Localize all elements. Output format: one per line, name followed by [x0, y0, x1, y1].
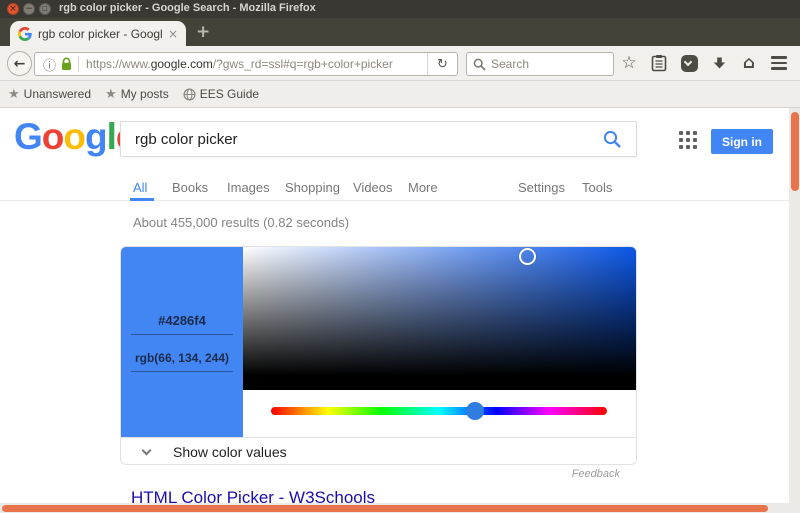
toolbar-search-box[interactable]: [466, 52, 614, 76]
url-separator: [78, 56, 79, 72]
vertical-scrollbar-thumb[interactable]: [791, 112, 799, 191]
bookmark-item-my-posts[interactable]: ★ My posts: [105, 87, 169, 102]
sign-in-button[interactable]: Sign in: [711, 129, 773, 154]
window-minimize-button[interactable]: −: [23, 3, 35, 15]
gradient-marker[interactable]: [519, 248, 536, 265]
url-text: https://www.google.com/?gws_rd=ssl#q=rgb…: [86, 57, 427, 71]
bookmarks-clipboard-icon[interactable]: [644, 54, 674, 72]
google-logo[interactable]: Google: [14, 116, 135, 158]
tab-shopping[interactable]: Shopping: [285, 180, 340, 195]
tab-images[interactable]: Images: [227, 180, 270, 195]
tab-tools[interactable]: Tools: [582, 180, 612, 195]
show-color-values-row[interactable]: Show color values: [121, 437, 636, 465]
search-input[interactable]: [491, 57, 607, 71]
tab-videos[interactable]: Videos: [353, 180, 393, 195]
search-magnifier-icon[interactable]: [603, 130, 622, 149]
tab-title: rgb color picker - Google: [38, 27, 162, 41]
results-tabs-row: All Books Images Shopping Videos More Se…: [0, 176, 800, 201]
google-search-box[interactable]: [120, 121, 637, 157]
results-stats: About 455,000 results (0.82 seconds): [133, 215, 349, 230]
active-tab-underline: [130, 198, 154, 201]
apps-grid-icon[interactable]: [679, 131, 700, 152]
new-tab-button[interactable]: +: [196, 22, 210, 42]
tab-all[interactable]: All: [133, 180, 147, 195]
horizontal-scrollbar-thumb[interactable]: [2, 505, 768, 512]
window-controls: × − □: [7, 3, 51, 15]
bookmarks-toolbar: ★ Unanswered ★ My posts EES Guide: [0, 81, 800, 108]
tab-strip: rgb color picker - Google × +: [0, 18, 800, 46]
color-picker-widget: #4286f4 rgb(66, 134, 244) Show color val…: [120, 246, 637, 465]
hue-slider-area: [243, 390, 636, 437]
download-icon[interactable]: [704, 56, 734, 71]
tab-settings[interactable]: Settings: [518, 180, 565, 195]
feedback-link[interactable]: Feedback: [567, 468, 620, 480]
back-button[interactable]: ←: [7, 51, 32, 76]
window-title: rgb color picker - Google Search - Mozil…: [59, 2, 316, 14]
chevron-down-icon: [142, 446, 152, 456]
star-icon: ★: [8, 87, 20, 102]
tab-books[interactable]: Books: [172, 180, 208, 195]
hex-value-field[interactable]: #4286f4: [131, 313, 233, 335]
reload-button[interactable]: ↻: [427, 53, 457, 75]
page-info-icon[interactable]: ⓘ: [43, 55, 56, 74]
pocket-icon[interactable]: [674, 55, 704, 72]
window-titlebar: × − □ rgb color picker - Google Search -…: [0, 0, 800, 18]
hue-slider-thumb[interactable]: [466, 402, 484, 420]
menu-icon[interactable]: [764, 56, 794, 70]
hue-slider[interactable]: [271, 407, 607, 415]
search-icon: [473, 58, 486, 71]
browser-tab[interactable]: rgb color picker - Google ×: [10, 21, 186, 46]
globe-icon: [183, 88, 196, 101]
tab-close-icon[interactable]: ×: [168, 27, 178, 41]
window-maximize-button[interactable]: □: [39, 3, 51, 15]
window-close-button[interactable]: ×: [7, 3, 19, 15]
bookmark-item-unanswered[interactable]: ★ Unanswered: [8, 87, 91, 102]
home-icon[interactable]: ⌂: [734, 53, 764, 73]
bookmark-item-ees-guide[interactable]: EES Guide: [183, 87, 259, 101]
rgb-value-field[interactable]: rgb(66, 134, 244): [131, 351, 233, 372]
google-search-input[interactable]: [121, 131, 603, 148]
color-swatch-panel: #4286f4 rgb(66, 134, 244): [121, 247, 243, 437]
lock-icon[interactable]: [61, 57, 72, 71]
bookmark-star-icon[interactable]: ☆: [614, 53, 644, 73]
star-icon: ★: [105, 87, 117, 102]
show-color-values-label: Show color values: [173, 444, 287, 460]
tab-more[interactable]: More: [408, 180, 438, 195]
toolbar-icons: ☆ ⌂: [614, 46, 794, 80]
saturation-value-gradient[interactable]: [243, 247, 636, 390]
firefox-window: × − □ rgb color picker - Google Search -…: [0, 0, 800, 513]
url-bar[interactable]: ⓘ https://www.google.com/?gws_rd=ssl#q=r…: [34, 52, 458, 76]
google-favicon-icon: [18, 27, 32, 41]
